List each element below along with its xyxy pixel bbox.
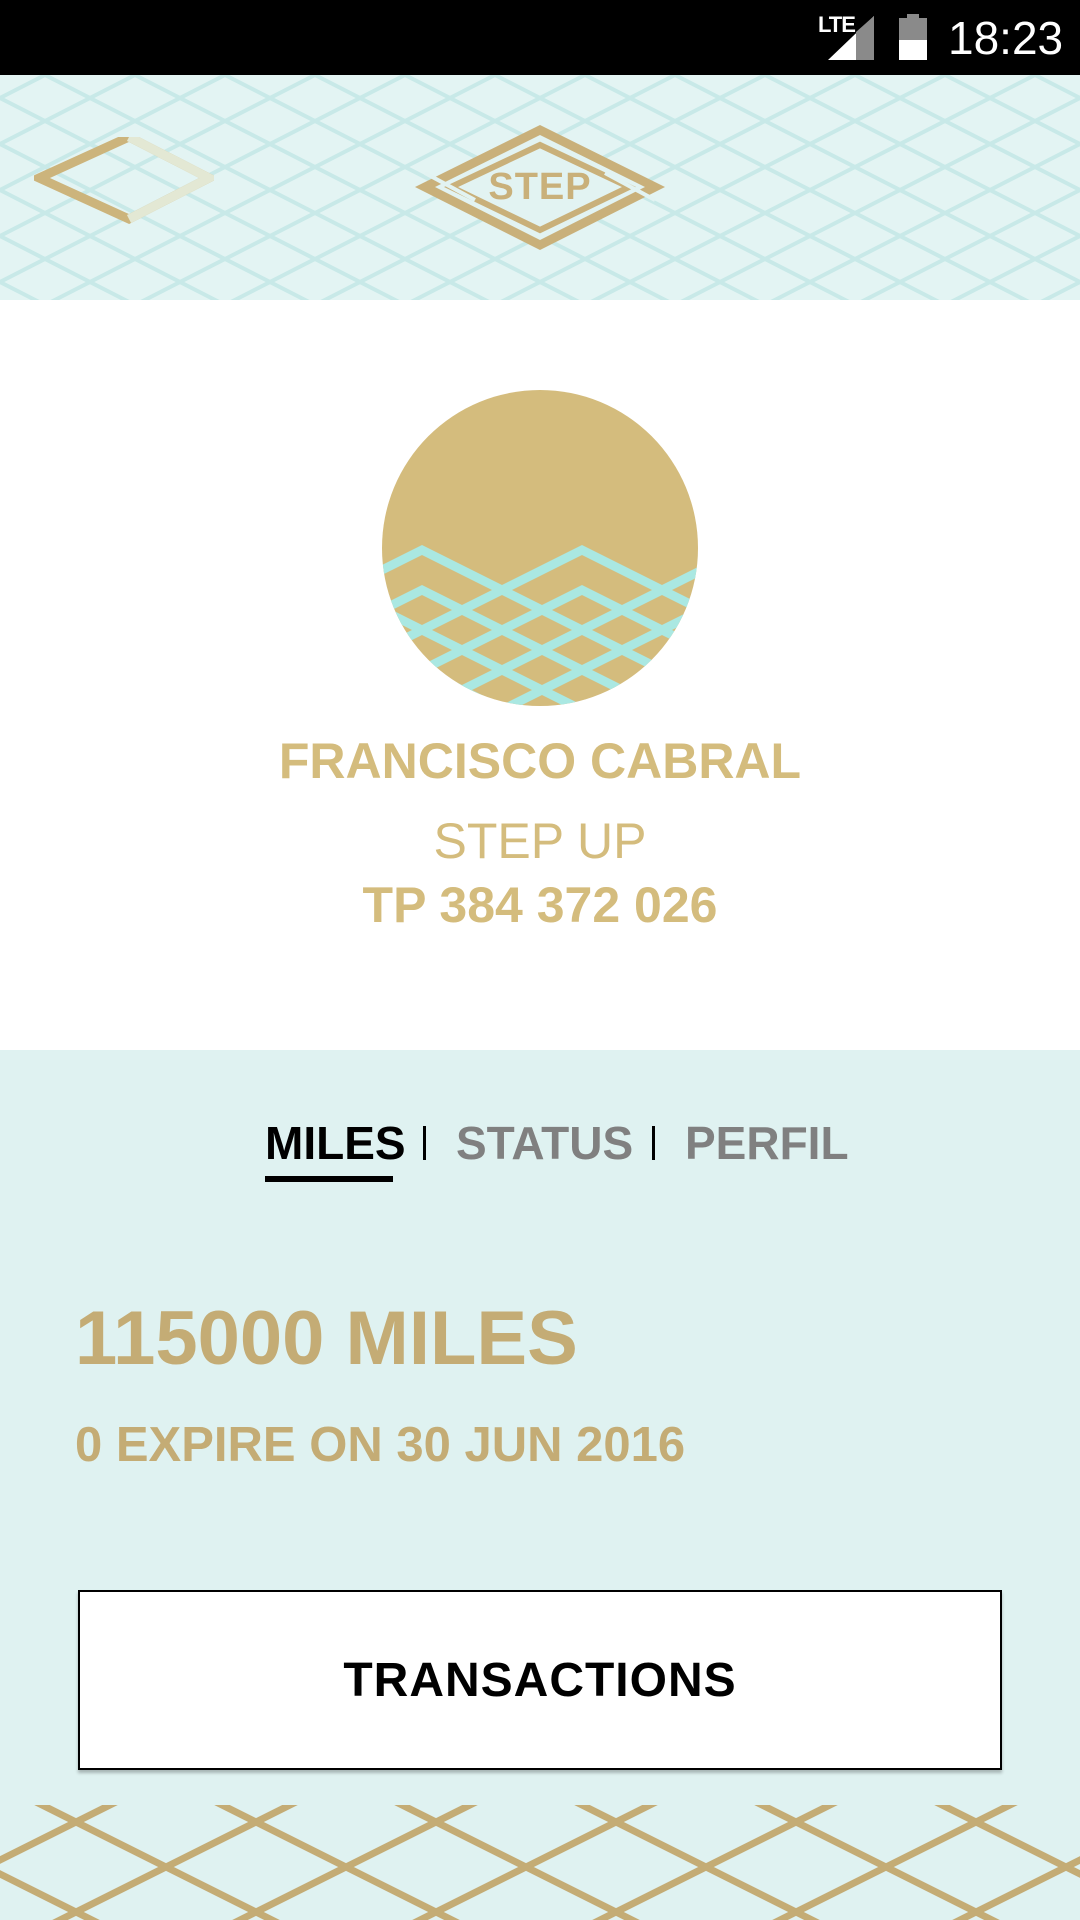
tab-separator (423, 1126, 426, 1160)
step-logo: STEP (415, 125, 665, 250)
bottom-diamond-pattern (0, 1805, 1080, 1920)
tab-separator (652, 1126, 655, 1160)
signal-icon (828, 16, 874, 60)
transactions-button[interactable]: TRANSACTIONS (78, 1590, 1002, 1770)
clock: 18:23 (948, 12, 1064, 64)
battery-icon (899, 14, 927, 60)
status-bar: LTE 18:23 (0, 0, 1080, 75)
diamond-back-icon[interactable] (34, 137, 214, 237)
tab-miles[interactable]: MILES (265, 1116, 406, 1170)
tab-status[interactable]: STATUS (456, 1116, 633, 1170)
avatar (382, 390, 698, 706)
app-header: STEP (0, 75, 1080, 300)
tab-perfil[interactable]: PERFIL (685, 1116, 849, 1170)
miles-total: 115000 MILES (75, 1296, 578, 1381)
profile-name: FRANCISCO CABRAL (278, 733, 802, 789)
member-id: TP 384 372 026 (362, 877, 718, 933)
logo-text: STEP (488, 166, 592, 208)
profile-section: FRANCISCO CABRAL STEP UP TP 384 372 026 (0, 300, 1080, 1050)
tab-bar: MILES STATUS PERFIL (0, 1116, 1080, 1186)
miles-expire: 0 EXPIRE ON 30 JUN 2016 (75, 1418, 686, 1472)
transactions-button-label: TRANSACTIONS (343, 1653, 737, 1707)
miles-panel: MILES STATUS PERFIL 115000 MILES 0 EXPIR… (0, 1050, 1080, 1920)
active-tab-indicator (265, 1176, 393, 1182)
profile-tier: STEP UP (433, 813, 647, 869)
